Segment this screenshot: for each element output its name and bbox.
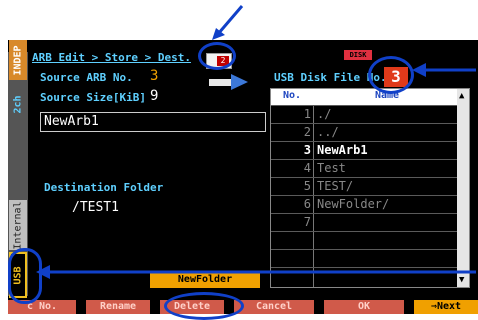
annotation-circle-delete <box>164 292 244 320</box>
table-row[interactable]: 6 NewFolder/ <box>271 195 457 212</box>
column-header-no: No. <box>283 90 302 101</box>
table-row[interactable]: 1 ./ <box>271 105 457 122</box>
annotation-circle-store-icon <box>198 42 236 70</box>
destination-folder-path: /TEST1 <box>72 200 119 215</box>
annotation-arrow-icon <box>412 63 476 77</box>
transfer-arrow-icon <box>209 74 248 90</box>
table-row-selected[interactable]: 3 NewArb1 <box>271 141 457 158</box>
row-name: ../ <box>317 125 339 139</box>
row-name: NewFolder/ <box>317 197 390 211</box>
side-tab-indep[interactable]: INDEP <box>9 40 27 80</box>
scroll-up-icon[interactable]: ▲ <box>459 91 464 101</box>
row-number: 5 <box>303 179 311 193</box>
softkey-cancel[interactable]: Cancel <box>234 300 314 314</box>
row-name: NewArb1 <box>317 143 368 157</box>
destination-folder-label: Destination Folder <box>44 181 164 194</box>
source-arb-no-label: Source ARB No. <box>40 71 133 84</box>
row-number: 7 <box>303 215 311 229</box>
source-name-field[interactable]: NewArb1 <box>40 112 266 132</box>
table-row[interactable]: 2 ../ <box>271 123 457 140</box>
table-row[interactable]: 5 TEST/ <box>271 177 457 194</box>
row-number: 3 <box>303 143 311 157</box>
disk-badge: DISK <box>344 50 372 60</box>
file-table-header: No. Name <box>271 89 457 105</box>
row-number: 1 <box>303 107 311 121</box>
source-size-value: 9 <box>150 88 159 104</box>
softkey-ok[interactable]: OK <box>324 300 404 314</box>
source-size-label: Source Size[KiB] <box>40 91 146 104</box>
row-number: 4 <box>303 161 311 175</box>
side-tab-2ch[interactable]: 2ch <box>9 86 27 122</box>
row-name: TEST/ <box>317 179 354 193</box>
source-arb-no-value[interactable]: 3 <box>150 68 158 84</box>
side-tab-internal-label: Internal <box>12 200 24 250</box>
table-row[interactable] <box>271 231 457 248</box>
table-row[interactable]: 4 Test <box>271 159 457 176</box>
side-tab-2ch-label: 2ch <box>12 94 24 114</box>
table-row[interactable]: 7 <box>271 213 457 230</box>
row-name: ./ <box>317 107 332 121</box>
scrollbar[interactable]: ▲ ▼ <box>457 89 469 287</box>
file-table: No. Name 1 ./ 2 ../ 3 NewArb1 4 Test 5 TEST/ … <box>270 88 470 288</box>
annotation-arrow-icon <box>36 265 476 279</box>
side-tab-indep-label: INDEP <box>12 44 24 76</box>
row-number: 6 <box>303 197 311 211</box>
softkey-next[interactable]: ⇒Next <box>414 300 478 314</box>
annotation-arrow-icon <box>212 5 244 40</box>
softkey-rename[interactable]: Rename <box>86 300 150 314</box>
row-name: Test <box>317 161 346 175</box>
annotation-circle-file-no <box>368 56 414 94</box>
breadcrumb: ARB Edit > Store > Dest. <box>32 51 191 64</box>
row-number: 2 <box>303 125 311 139</box>
side-tab-internal[interactable]: Internal <box>9 200 27 250</box>
